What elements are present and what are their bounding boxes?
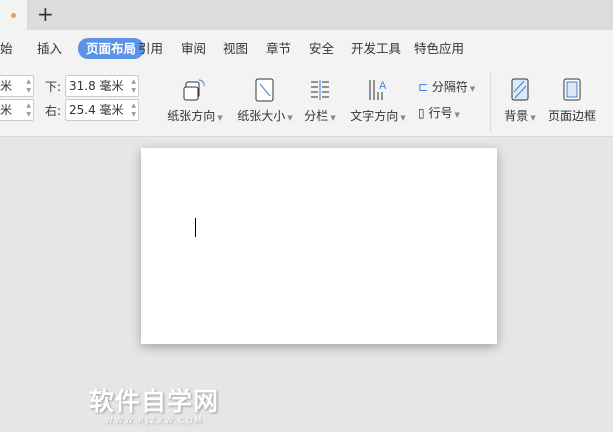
background-button[interactable]: 背景 ▼	[500, 78, 540, 124]
value: 31.8 毫米	[69, 79, 124, 93]
paper-size-button[interactable]: 纸张大小 ▼	[234, 78, 296, 124]
label: 背景	[504, 109, 529, 123]
label: 页面边框	[547, 109, 596, 123]
document-tab[interactable]	[0, 0, 27, 30]
document-page[interactable]	[141, 148, 497, 344]
paper-size-icon	[255, 78, 274, 102]
spinner[interactable]: ▲ ▼	[131, 101, 136, 119]
bottom-margin-input[interactable]: 31.8 毫米 ▲ ▼	[65, 75, 139, 97]
right-label: 右:	[45, 104, 62, 118]
unit: 米	[0, 103, 13, 117]
text-direction-button[interactable]: A 文字方向 ▼	[348, 78, 408, 124]
new-tab-button[interactable]: +	[37, 3, 54, 25]
columns-icon	[311, 80, 329, 100]
unsaved-dot-icon	[11, 13, 16, 18]
label: 分栏	[304, 109, 329, 123]
value: 25.4 毫米	[69, 103, 124, 117]
menu-security[interactable]: 安全	[301, 39, 342, 58]
background-icon	[511, 78, 529, 101]
spinner[interactable]: ▲ ▼	[26, 101, 31, 119]
unit: 米	[0, 79, 13, 93]
page-border-icon	[563, 78, 581, 101]
menu-special[interactable]: 特色应用	[406, 39, 472, 58]
label: 分隔符	[431, 80, 468, 94]
watermark: 软件自学网 WWW.RJZXW.COM	[89, 387, 220, 426]
text-cursor	[195, 218, 196, 237]
label: 文字方向	[350, 109, 399, 123]
menu-view[interactable]: 视图	[215, 39, 256, 58]
divider	[490, 72, 491, 132]
label: 纸张方向	[167, 109, 216, 123]
menu-start[interactable]: 始	[0, 39, 21, 58]
bottom-label: 下:	[45, 80, 62, 94]
page-border-button[interactable]: 页面边框	[544, 78, 600, 124]
menu-insert[interactable]: 插入	[29, 39, 70, 58]
watermark-url: WWW.RJZXW.COM	[104, 416, 204, 425]
breaks-icon: ⊏	[418, 80, 429, 94]
orientation-icon	[183, 79, 205, 101]
right-margin-input[interactable]: 25.4 毫米 ▲ ▼	[65, 99, 139, 121]
menu-bar: 始 插入 页面布局 引用 审阅 视图 章节 安全 开发工具 特色应用	[0, 30, 613, 66]
tab-bar: +	[0, 0, 613, 30]
line-numbers-button[interactable]: ▯ 行号 ▼	[418, 104, 460, 121]
watermark-title: 软件自学网	[89, 387, 220, 416]
text-direction-icon: A	[369, 80, 387, 100]
line-numbers-icon: ▯	[418, 106, 425, 120]
spinner[interactable]: ▲ ▼	[131, 77, 136, 95]
menu-references[interactable]: 引用	[130, 39, 171, 58]
menu-chapter[interactable]: 章节	[258, 39, 299, 58]
orientation-button[interactable]: 纸张方向 ▼	[164, 78, 226, 124]
ribbon: 米 ▲ ▼ 米 ▲ ▼ 下: 31.8 毫米 ▲ ▼ 右: 25.4 毫米 ▲ ▼ 纸张方向 ▼ …	[0, 66, 613, 137]
label: 行号	[428, 106, 453, 120]
svg-text:A: A	[379, 80, 387, 92]
menu-developer[interactable]: 开发工具	[343, 39, 409, 58]
spinner[interactable]: ▲ ▼	[26, 77, 31, 95]
columns-button[interactable]: 分栏 ▼	[300, 78, 340, 124]
top-margin-input[interactable]: 米 ▲ ▼	[0, 75, 34, 97]
menu-review[interactable]: 审阅	[173, 39, 214, 58]
label: 纸张大小	[237, 109, 286, 123]
breaks-button[interactable]: ⊏ 分隔符 ▼	[418, 78, 475, 95]
left-margin-input[interactable]: 米 ▲ ▼	[0, 99, 34, 121]
